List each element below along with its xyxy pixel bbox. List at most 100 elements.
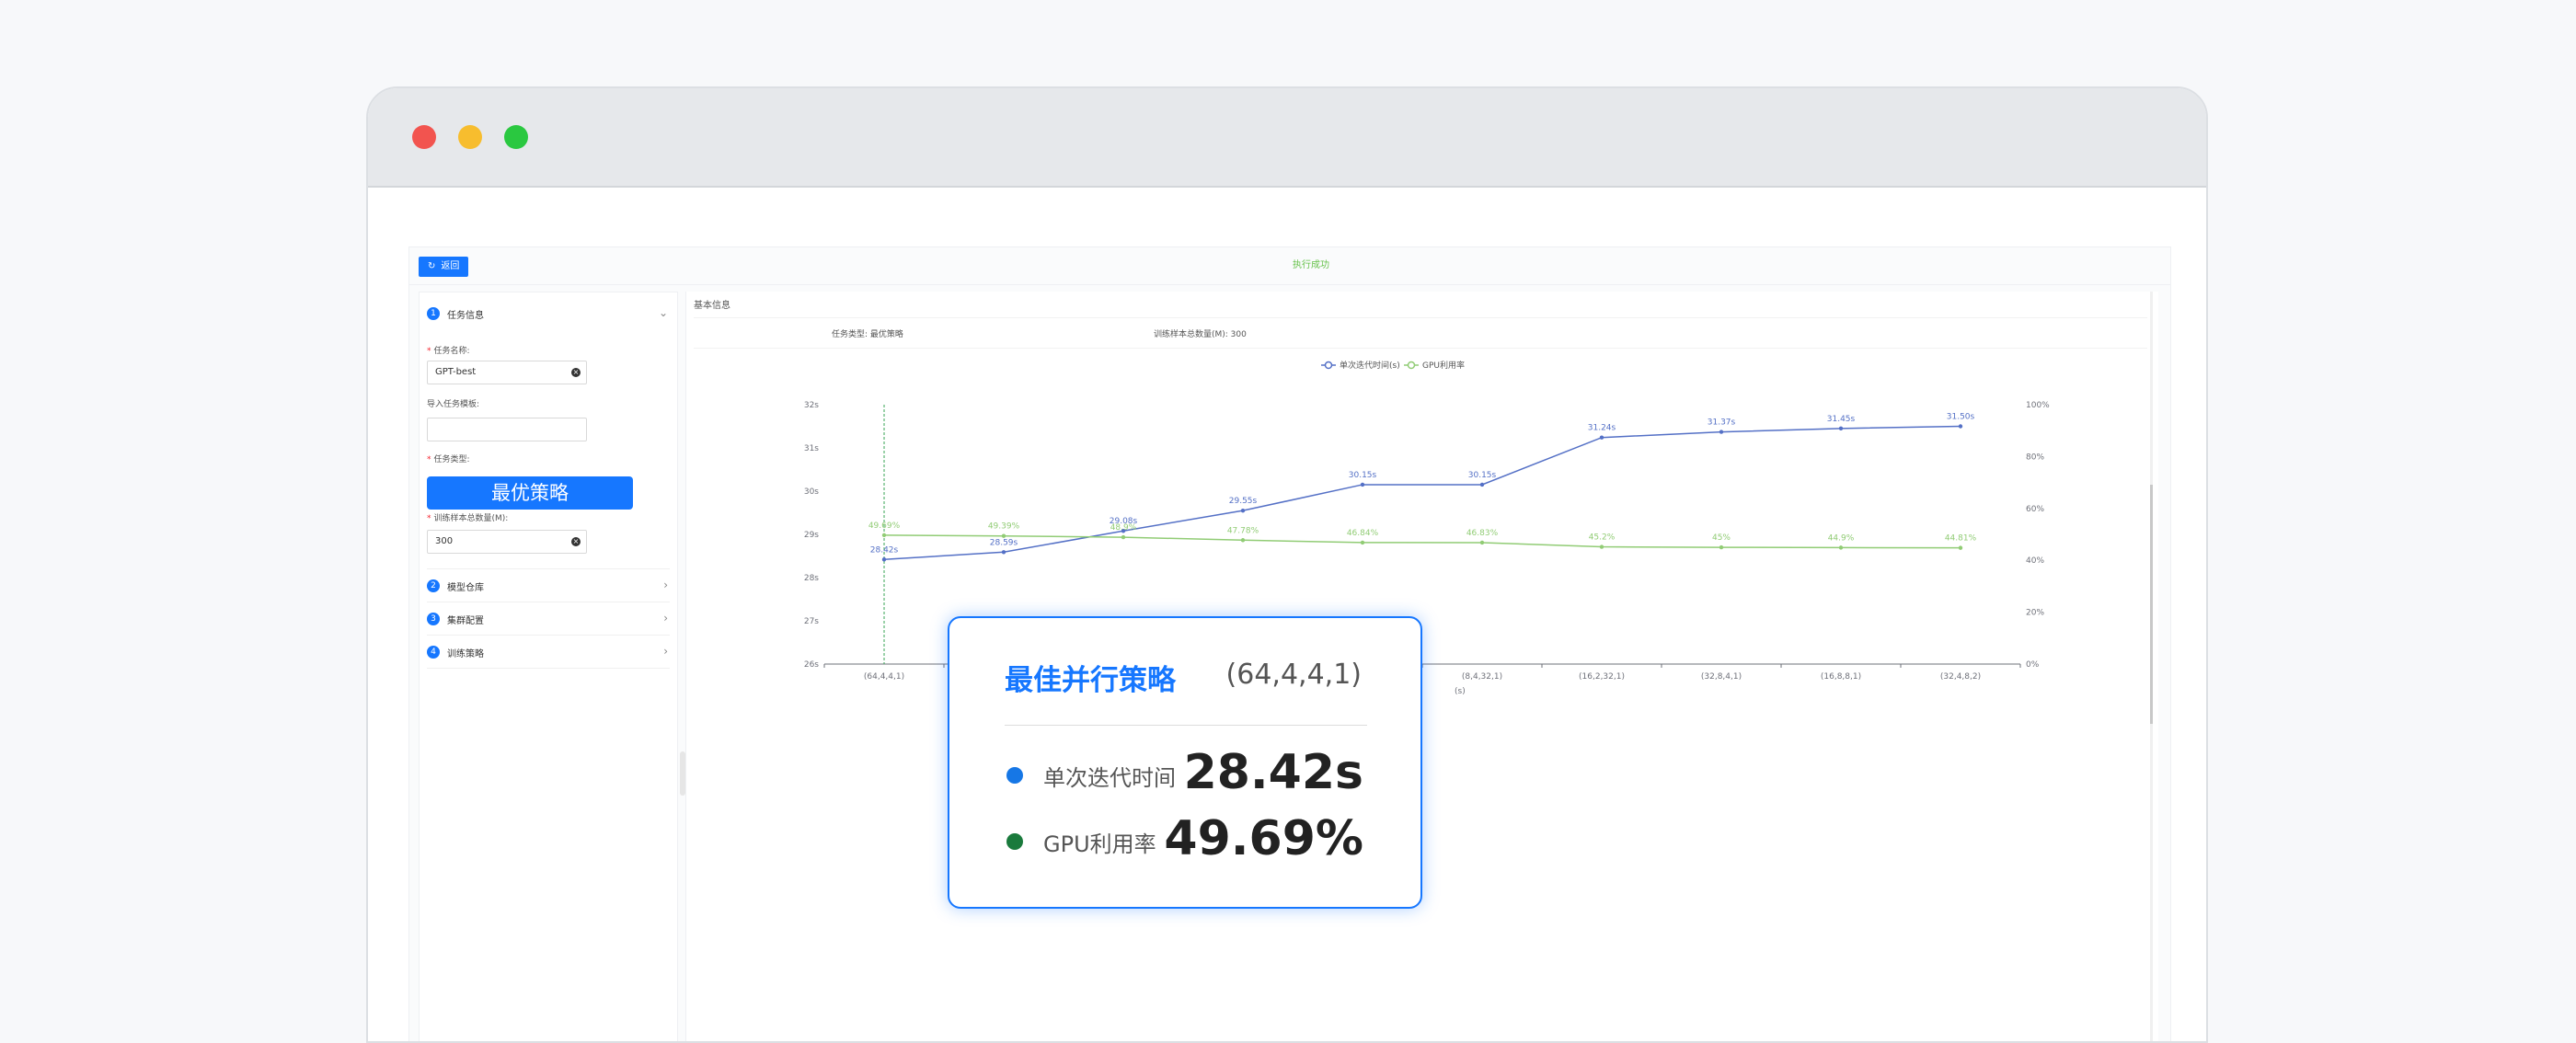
y-left-tick-label: 28s	[804, 574, 819, 583]
step-badge: 1	[427, 307, 440, 320]
data-point	[1479, 540, 1485, 545]
section-model-repo[interactable]: 2 模型仓库 ›	[427, 576, 670, 596]
y-right-tick-label: 100%	[2026, 401, 2050, 410]
y-right-tick-label: 40%	[2026, 556, 2044, 566]
data-label: 31.45s	[1827, 415, 1856, 424]
chevron-right-icon: ›	[663, 645, 668, 658]
y-right-tick-label: 60%	[2026, 505, 2044, 514]
scrollbar-thumb[interactable]	[2150, 485, 2153, 724]
clear-icon[interactable]: ×	[571, 368, 581, 377]
data-point	[1479, 482, 1485, 487]
data-point	[1001, 533, 1006, 538]
data-point	[1958, 545, 1963, 550]
window-titlebar	[368, 88, 2206, 188]
section-label: 集群配置	[447, 615, 484, 626]
step-badge: 2	[427, 579, 440, 592]
import-template-label: 导入任务模板:	[427, 400, 480, 409]
data-label: 45.2%	[1589, 533, 1616, 543]
data-point	[1838, 545, 1844, 550]
clear-icon[interactable]: ×	[571, 537, 581, 546]
data-label: 49.39%	[988, 522, 1020, 532]
status-text: 执行成功	[1293, 260, 1329, 270]
x-tick-label: (32,4,8,2)	[1940, 672, 1981, 682]
y-left-tick-label: 26s	[804, 660, 819, 670]
data-label: 49.69%	[868, 522, 901, 531]
legend-swatch-marker	[1407, 361, 1416, 370]
task-type-button[interactable]: 最优策略	[427, 476, 633, 510]
y-left-tick-label: 29s	[804, 531, 819, 540]
iteration-time-label: 单次迭代时间	[1043, 765, 1176, 791]
y-left-tick-label: 30s	[804, 487, 819, 497]
iteration-time-dot	[1006, 767, 1023, 784]
data-label: 31.24s	[1588, 424, 1616, 433]
divider	[427, 668, 670, 669]
gpu-util-dot	[1006, 833, 1023, 850]
step-badge: 3	[427, 613, 440, 625]
top-bar: ↻ 返回 执行成功	[409, 247, 2170, 285]
data-point	[1719, 430, 1724, 434]
data-label: 48.9%	[1110, 523, 1137, 533]
samples-label: * 训练样本总数量(M):	[427, 514, 509, 523]
data-label: 45%	[1712, 533, 1731, 543]
samples-value: 300	[435, 536, 454, 546]
performance-chart: 26s 27s 28s 29s 30s 31s 32s 0% 20% 40% 60% 80% 100% (…	[804, 360, 2050, 696]
task-name-input[interactable]: GPT-best ×	[427, 361, 587, 384]
section-cluster-config[interactable]: 3 集群配置 ›	[427, 609, 670, 629]
y-left-tick-label: 27s	[804, 617, 819, 626]
data-label: 30.15s	[1468, 471, 1497, 480]
data-point	[1360, 540, 1365, 545]
x-tick-label: (64,4,4,1)	[864, 672, 904, 682]
data-point	[1240, 508, 1246, 513]
section-training-strategy[interactable]: 4 训练策略 ›	[427, 642, 670, 662]
data-label: 28.42s	[870, 545, 899, 555]
iteration-time-value: 28.42s	[1183, 745, 1363, 800]
refresh-icon: ↻	[428, 261, 436, 271]
task-type-label: * 任务类型:	[427, 455, 470, 464]
section-label: 训练策略	[447, 648, 484, 659]
data-point	[1360, 482, 1365, 487]
popup-strategy: (64,4,4,1)	[1225, 659, 1362, 691]
data-label: 44.81%	[1945, 534, 1977, 544]
x-axis-label-fragment: (s)	[1455, 687, 1466, 696]
data-label: 44.9%	[1828, 533, 1855, 543]
data-label: 31.50s	[1947, 413, 1975, 422]
y-left-tick-label: 32s	[804, 401, 819, 410]
popup-title: 最佳并行策略	[1005, 664, 1176, 697]
back-button[interactable]: ↻ 返回	[419, 257, 469, 277]
divider	[427, 568, 670, 569]
x-tick-label: (16,8,8,1)	[1821, 672, 1861, 682]
popup-divider	[1005, 725, 1367, 726]
chevron-right-icon: ›	[663, 612, 668, 625]
data-label: 29.55s	[1229, 497, 1258, 506]
samples-input[interactable]: 300 ×	[427, 530, 587, 554]
x-tick-label: (32,8,4,1)	[1701, 672, 1742, 682]
data-label: 46.84%	[1347, 529, 1379, 538]
x-tick-label: (16,2,32,1)	[1579, 672, 1625, 682]
legend-label: 单次迭代时间(s)	[1340, 360, 1400, 371]
data-label: 28.59s	[990, 538, 1018, 547]
data-point	[1240, 538, 1246, 543]
gpu-util-label: GPU利用率	[1043, 831, 1156, 857]
section-label: 模型仓库	[447, 582, 484, 593]
import-template-input[interactable]	[427, 418, 587, 441]
data-point	[1719, 544, 1724, 550]
data-point	[1001, 550, 1006, 555]
legend-label: GPU利用率	[1422, 360, 1465, 371]
data-point	[1599, 544, 1604, 549]
minimize-window-button[interactable]	[458, 125, 482, 149]
maximize-window-button[interactable]	[504, 125, 528, 149]
section-label: 任务信息	[447, 310, 484, 321]
series-line-1	[883, 425, 1961, 561]
close-window-button[interactable]	[412, 125, 436, 149]
section-task-info[interactable]: 1 任务信息 ⌄	[427, 304, 670, 324]
y-right-tick-label: 80%	[2026, 453, 2044, 462]
best-strategy-popup: 最佳并行策略 (64,4,4,1) 单次迭代时间 28.42s GPU利用率 4…	[948, 616, 1422, 909]
back-button-label: 返回	[441, 261, 460, 271]
legend-swatch-marker	[1324, 361, 1333, 370]
data-point	[881, 557, 887, 562]
y-left-tick-label: 31s	[804, 444, 819, 453]
chevron-right-icon: ›	[663, 579, 668, 591]
task-name-label: * 任务名称:	[427, 347, 470, 356]
y-right-tick-label: 0%	[2026, 660, 2040, 670]
gpu-util-value: 49.69%	[1164, 811, 1363, 866]
